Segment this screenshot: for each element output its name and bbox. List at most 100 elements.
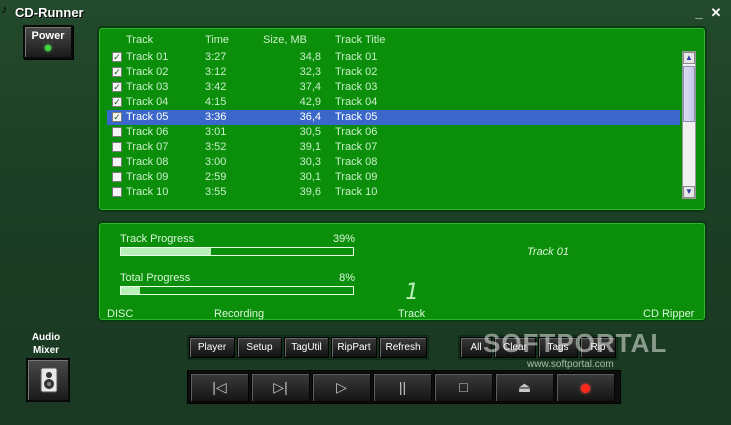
setup-button[interactable]: Setup [237,337,282,358]
tagutil-button[interactable]: TagUtil [284,337,329,358]
scroll-thumb[interactable] [683,66,695,122]
column-header-track[interactable]: Track [126,34,153,46]
track-cell: Track 07 [126,141,169,153]
size-cell: 37,4 [299,81,321,93]
status-mode: CD Ripper [643,308,695,320]
title-cell: Track 07 [335,141,378,153]
minimize-button[interactable]: _ [692,6,706,20]
current-track-name: Track 01 [527,246,569,258]
column-header-time[interactable]: Time [205,34,229,46]
track-row[interactable]: ✓ Track 04 4:15 42,9 Track 04 [107,95,680,110]
play-button[interactable]: ▷ [312,373,371,402]
select-all-button[interactable]: All [460,337,492,358]
track-cell: Track 08 [126,156,169,168]
track-progress-percent: 39% [332,233,355,245]
time-cell: 3:52 [205,141,227,153]
status-recording: Recording [214,308,265,320]
stop-icon: □ [459,379,468,395]
checkbox-checked-icon[interactable]: ✓ [112,97,122,107]
track-cell: Track 06 [126,126,169,138]
checkbox-checked-icon[interactable]: ✓ [112,52,122,62]
track-row[interactable]: ✓ Track 01 3:27 34,8 Track 01 [107,50,680,65]
scroll-down-arrow-icon[interactable]: ▼ [683,186,695,198]
prev-button[interactable]: |◁ [190,373,249,402]
total-progress-fill [121,287,140,294]
column-header-size[interactable]: Size, MB [263,34,307,46]
track-progress-bar [120,247,354,256]
checkbox-unchecked-icon[interactable] [112,127,122,137]
checkbox-unchecked-icon[interactable] [112,157,122,167]
checkbox-checked-icon[interactable]: ✓ [112,67,122,77]
player-button[interactable]: Player [189,337,235,358]
audio-mixer-label: Audio Mixer [28,331,64,357]
transport-bar: |◁ ▷| ▷ || □ ⏏ [187,370,621,404]
eject-icon: ⏏ [517,379,532,395]
track-cell: Track 01 [126,51,169,63]
title-cell: Track 04 [335,96,378,108]
track-cell: Track 02 [126,66,169,78]
clear-button[interactable]: Clear [494,337,536,358]
track-row[interactable]: Track 06 3:01 30,5 Track 06 [107,125,680,140]
size-cell: 30,1 [299,171,321,183]
audio-mixer-label-line2: Mixer [32,345,60,356]
checkbox-unchecked-icon[interactable] [112,172,122,182]
time-cell: 3:01 [205,126,227,138]
record-dot-icon [581,383,590,393]
track-cell: Track 05 [126,111,169,123]
scroll-up-arrow-icon[interactable]: ▲ [683,52,695,64]
track-row[interactable]: Track 07 3:52 39,1 Track 07 [107,140,680,155]
speaker-icon [40,367,58,393]
rip-button[interactable]: Rip [580,337,616,358]
power-button[interactable]: Power [23,25,73,59]
power-label: Power [31,30,65,42]
size-cell: 30,5 [299,126,321,138]
title-cell: Track 02 [335,66,378,78]
track-row[interactable]: Track 09 2:59 30,1 Track 09 [107,170,680,185]
title-cell: Track 08 [335,156,378,168]
title-cell: Track 06 [335,126,378,138]
title-cell: Track 05 [335,111,378,123]
close-button[interactable]: ✕ [709,6,723,20]
tags-button[interactable]: Tags [538,337,578,358]
record-button[interactable] [556,373,615,402]
pause-button[interactable]: || [373,373,432,402]
track-row[interactable]: ✓ Track 05 3:36 36,4 Track 05 [107,110,680,125]
audio-mixer-button[interactable] [26,358,70,402]
title-cell: Track 09 [335,171,378,183]
next-button[interactable]: ▷| [251,373,310,402]
play-icon: ▷ [336,379,347,395]
track-list: ✓ Track 01 3:27 34,8 Track 01 ✓ Track 02 3:12 32… [107,50,680,200]
title-cell: Track 03 [335,81,378,93]
prev-icon: |◁ [212,379,227,395]
pause-icon: || [398,379,407,395]
track-list-scrollbar[interactable]: ▲ ▼ [682,51,696,199]
power-led-icon [45,45,51,51]
track-row[interactable]: Track 08 3:00 30,3 Track 08 [107,155,680,170]
track-row[interactable]: Track 10 3:55 39,6 Track 10 [107,185,680,200]
total-progress-label: Total Progress [120,272,191,284]
size-cell: 34,8 [299,51,321,63]
stop-button[interactable]: □ [434,373,493,402]
total-progress-bar [120,286,354,295]
checkbox-checked-icon[interactable]: ✓ [112,112,122,122]
time-cell: 3:55 [205,186,227,198]
checkbox-unchecked-icon[interactable] [112,187,122,197]
size-cell: 32,3 [299,66,321,78]
track-cell: Track 09 [126,171,169,183]
checkbox-unchecked-icon[interactable] [112,142,122,152]
size-cell: 30,3 [299,156,321,168]
column-header-title[interactable]: Track Title [335,34,385,46]
eject-button[interactable]: ⏏ [495,373,554,402]
track-cell: Track 04 [126,96,169,108]
track-row[interactable]: ✓ Track 02 3:12 32,3 Track 02 [107,65,680,80]
track-row[interactable]: ✓ Track 03 3:42 37,4 Track 03 [107,80,680,95]
window-title: CD-Runner [15,5,84,20]
refresh-button[interactable]: Refresh [379,337,427,358]
time-cell: 2:59 [205,171,227,183]
track-progress-fill [121,248,212,255]
checkbox-checked-icon[interactable]: ✓ [112,82,122,92]
rippart-button[interactable]: RipPart [331,337,377,358]
time-cell: 3:12 [205,66,227,78]
next-icon: ▷| [273,379,288,395]
track-number-display: 1 [405,280,419,305]
